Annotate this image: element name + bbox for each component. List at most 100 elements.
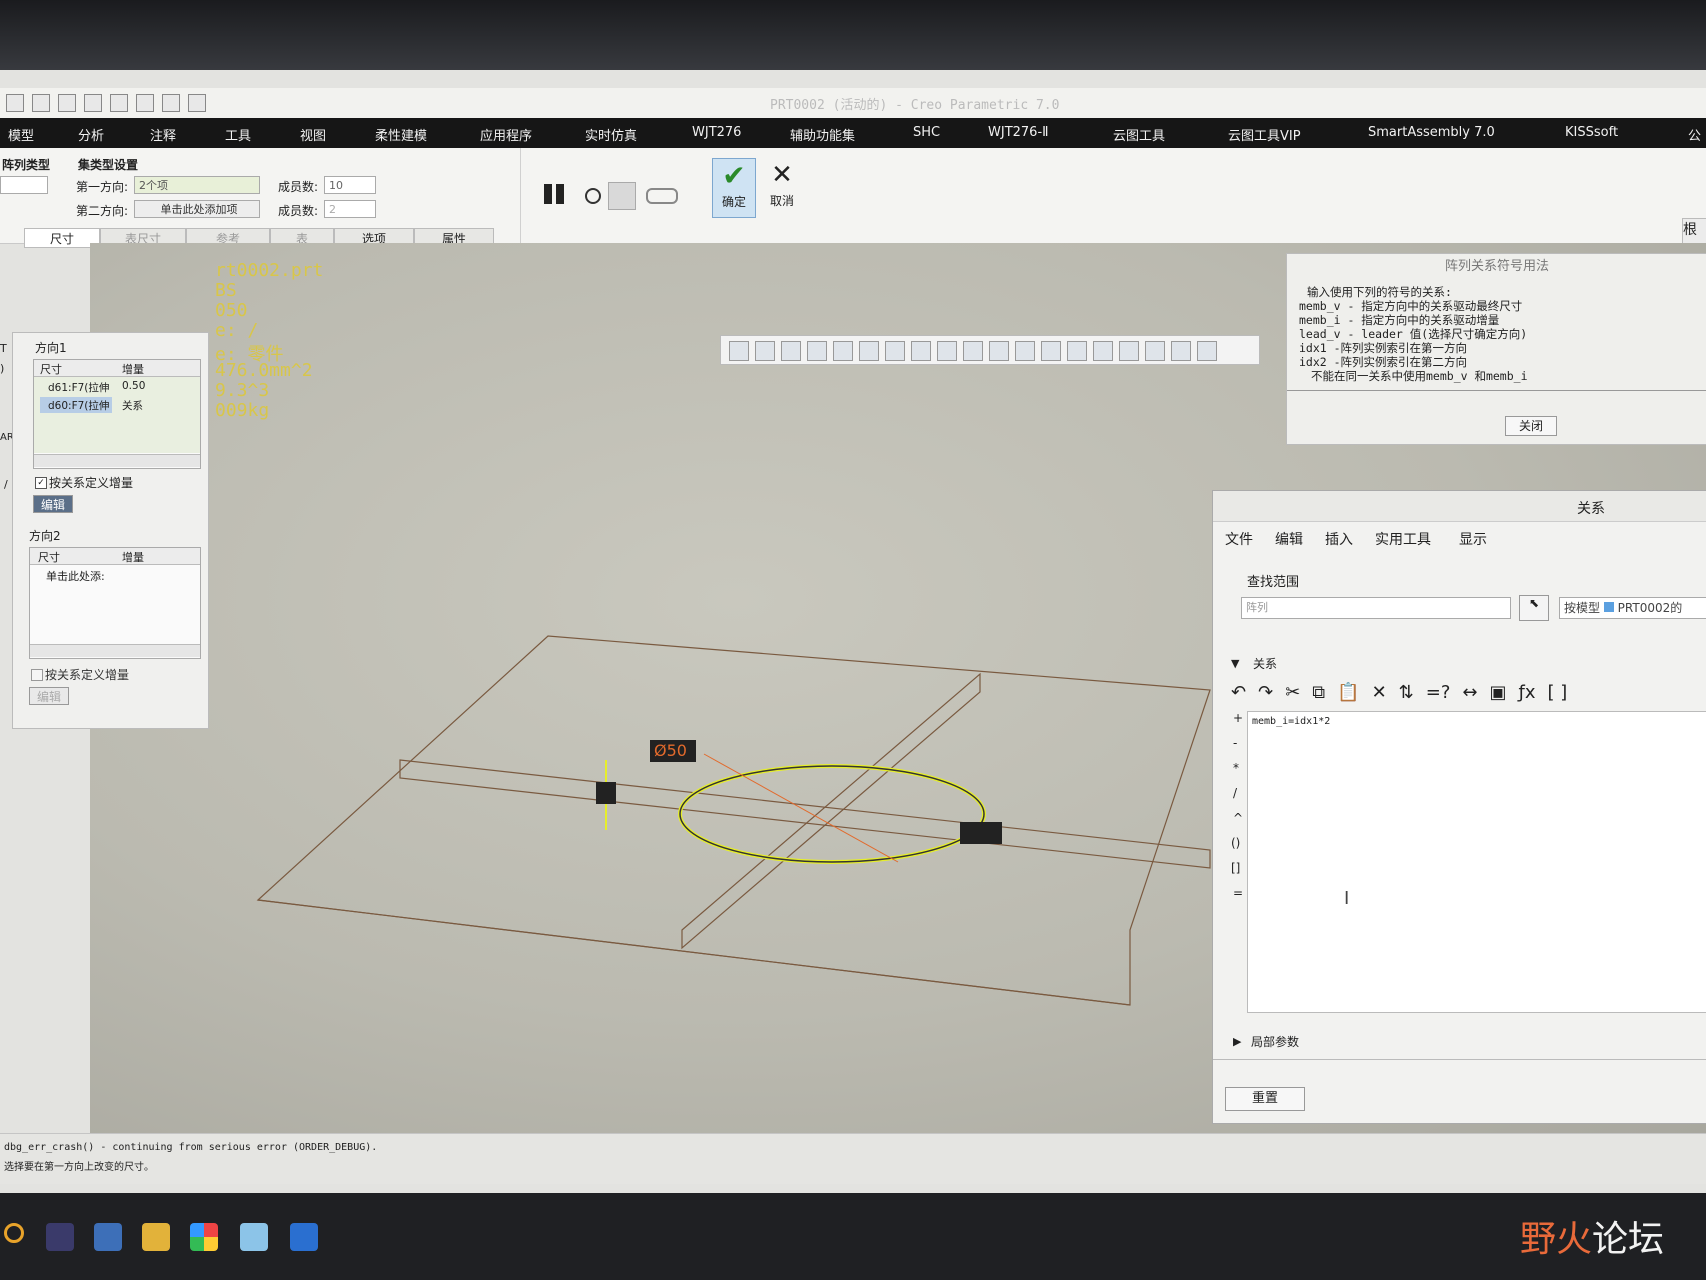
shading-icon[interactable] xyxy=(989,341,1009,361)
measure-icon[interactable]: ↔ xyxy=(1462,682,1477,703)
display-style-icon[interactable] xyxy=(859,341,879,361)
menu-utilities[interactable]: 实用工具 xyxy=(1375,529,1431,549)
section-label: 关系 xyxy=(1253,657,1278,671)
horizontal-scrollbar[interactable] xyxy=(30,644,200,657)
annotation-display-icon[interactable] xyxy=(1145,341,1165,361)
local-params-label[interactable]: 局部参数 xyxy=(1251,1033,1299,1050)
menu-edit[interactable]: 编辑 xyxy=(1275,529,1303,549)
dialog-menubar: 文件 编辑 插入 实用工具 显示 xyxy=(1213,523,1706,551)
view-manager-icon[interactable] xyxy=(911,341,931,361)
table-row[interactable]: d60:F7(拉伸 关系 xyxy=(34,397,200,413)
table-row[interactable]: d61:F7(拉伸 0.50 xyxy=(34,379,200,395)
datum-display-icon[interactable] xyxy=(1015,341,1035,361)
horizontal-scrollbar[interactable] xyxy=(34,454,200,467)
brackets-icon[interactable]: [ ] xyxy=(1548,682,1568,703)
operator-button[interactable]: ^ xyxy=(1233,811,1243,825)
relations-editor[interactable]: memb_i=idx1*2 I xyxy=(1247,711,1706,1013)
monitor-bezel xyxy=(0,0,1706,78)
table-header: 尺寸 增量 xyxy=(34,360,200,377)
reset-button[interactable]: 重置 xyxy=(1225,1087,1305,1111)
message-area: dbg_err_crash() - continuing from seriou… xyxy=(0,1133,1706,1184)
edit-button-disabled[interactable]: 编辑 xyxy=(29,687,69,705)
dir2-placeholder[interactable]: 单击此处添: xyxy=(46,568,105,584)
saved-orientations-icon[interactable] xyxy=(885,341,905,361)
row-inc[interactable]: 关系 xyxy=(122,398,143,413)
browser-icon[interactable] xyxy=(190,1223,218,1251)
app-icon[interactable] xyxy=(46,1223,74,1251)
axis-display-icon[interactable] xyxy=(1067,341,1087,361)
collapse-icon[interactable]: ▼ xyxy=(1231,657,1239,670)
display-values-icon[interactable]: ▣ xyxy=(1489,682,1506,703)
checkbox-relation-inc2[interactable] xyxy=(31,669,43,681)
col-inc-header: 增量 xyxy=(122,363,144,376)
operator-button[interactable]: - xyxy=(1233,736,1237,750)
scope-label: 查找范围 xyxy=(1247,575,1300,590)
pattern-relations-help: 阵列关系符号用法 输入使用下列的符号的关系: memb_v - 指定方向中的关系… xyxy=(1286,253,1706,445)
scope-select[interactable]: 阵列 xyxy=(1241,597,1511,619)
redo-icon[interactable]: ↷ xyxy=(1258,682,1273,703)
csys-display-icon[interactable] xyxy=(1119,341,1139,361)
creo-window: PRT0002 (活动的) - Creo Parametric 7.0 模型 分… xyxy=(0,70,1706,1230)
menu-display[interactable]: 显示 xyxy=(1459,529,1487,549)
status-line: 选择要在第一方向上改变的尺寸。 xyxy=(4,1162,154,1173)
app-icon[interactable] xyxy=(94,1223,122,1251)
dialog-title: 关系 xyxy=(1577,501,1605,517)
undo-icon[interactable]: ↶ xyxy=(1231,682,1246,703)
function-icon[interactable]: ƒx xyxy=(1519,682,1536,703)
drag-handle-left[interactable] xyxy=(596,782,616,804)
app-icon[interactable] xyxy=(240,1223,268,1251)
sort-icon[interactable]: ⇅ xyxy=(1399,682,1414,703)
menu-file[interactable]: 文件 xyxy=(1225,529,1253,549)
creo-icon[interactable] xyxy=(290,1223,318,1251)
perspective-icon[interactable] xyxy=(833,341,853,361)
operator-button[interactable]: * xyxy=(1233,761,1239,775)
edit-button[interactable]: 编辑 xyxy=(33,495,73,513)
zoom-in-icon[interactable] xyxy=(755,341,775,361)
divider xyxy=(1287,390,1706,391)
operator-button[interactable]: = xyxy=(1233,886,1243,900)
plane-edge xyxy=(257,899,1131,1006)
plane-display-icon[interactable] xyxy=(1041,341,1061,361)
repaint-icon[interactable] xyxy=(807,341,827,361)
drag-handle-right[interactable] xyxy=(960,822,1002,844)
dimension-tag[interactable]: Ø50 xyxy=(654,741,687,760)
menu-insert[interactable]: 插入 xyxy=(1325,529,1353,549)
watermark-part: 野 xyxy=(1520,1219,1557,1260)
section-icon[interactable] xyxy=(937,341,957,361)
pick-cursor-icon[interactable]: ⬉ xyxy=(1519,595,1549,621)
copy-icon[interactable]: ⧉ xyxy=(1312,682,1325,703)
dimensions-panel: 方向1 尺寸 增量 d61:F7(拉伸 0.50 d60:F7(拉伸 关系 ✓ … xyxy=(12,332,209,729)
extrude-bar[interactable] xyxy=(399,759,1211,869)
refit-icon[interactable] xyxy=(729,341,749,361)
relation-line[interactable]: memb_i=idx1*2 xyxy=(1252,716,1330,727)
checkbox-relation-inc1[interactable]: ✓ xyxy=(35,477,47,489)
dir1-title: 方向1 xyxy=(35,341,67,355)
spin-center-icon[interactable] xyxy=(1171,341,1191,361)
taskbar xyxy=(0,1193,1706,1280)
row-inc[interactable]: 0.50 xyxy=(122,380,145,392)
file-explorer-icon[interactable] xyxy=(142,1223,170,1251)
close-button[interactable]: 关闭 xyxy=(1505,416,1557,436)
expand-icon[interactable]: ▶ xyxy=(1233,1035,1241,1048)
appearance-icon[interactable] xyxy=(963,341,983,361)
operator-button[interactable]: + xyxy=(1233,711,1243,725)
point-display-icon[interactable] xyxy=(1093,341,1113,361)
verify-icon[interactable]: =? xyxy=(1426,682,1451,703)
dir1-rows: d61:F7(拉伸 0.50 d60:F7(拉伸 关系 xyxy=(34,377,200,453)
datum-plane-top[interactable] xyxy=(256,635,1211,1006)
model-info-line: BS xyxy=(215,280,237,301)
paste-icon[interactable]: 📋 xyxy=(1337,682,1359,703)
operator-button[interactable]: [] xyxy=(1231,861,1240,875)
delete-icon[interactable]: ✕ xyxy=(1372,682,1387,703)
search-icon[interactable] xyxy=(4,1223,24,1243)
checkbox-label: 按关系定义增量 xyxy=(49,476,134,490)
datum-plane-side[interactable] xyxy=(681,672,981,950)
by-model-field[interactable]: 按模型 PRT0002的 xyxy=(1559,597,1706,619)
operator-button[interactable]: / xyxy=(1233,786,1237,800)
cut-icon[interactable]: ✂ xyxy=(1285,682,1300,703)
help-line: 不能在同一关系中使用memb_v 和memb_i xyxy=(1311,369,1528,383)
operator-button[interactable]: () xyxy=(1231,836,1240,850)
zoom-out-icon[interactable] xyxy=(781,341,801,361)
model-info-line: 050 xyxy=(215,300,248,321)
warning-icon[interactable] xyxy=(1197,341,1217,361)
